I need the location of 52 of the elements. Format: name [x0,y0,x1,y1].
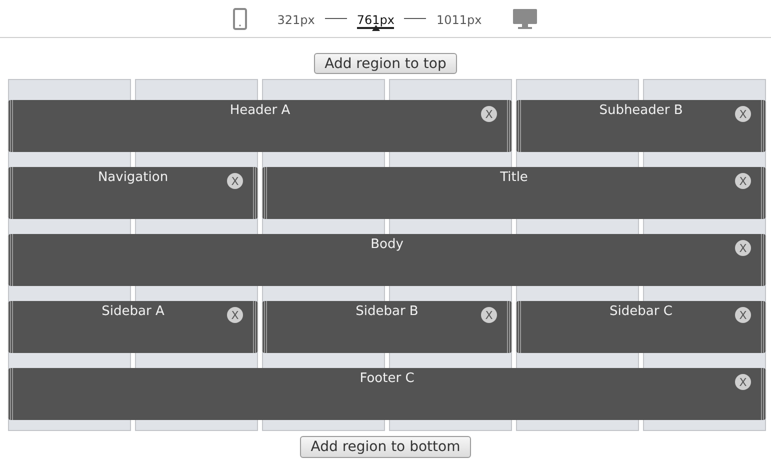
region-block[interactable]: Navigation X [8,167,258,219]
region-block[interactable]: Sidebar B X [262,301,512,353]
region-title: Subheader B [599,102,683,119]
close-button[interactable]: X [481,106,497,122]
resize-handle[interactable] [761,368,766,420]
close-button[interactable]: X [735,374,751,390]
region-block[interactable]: Sidebar A X [8,301,258,353]
resize-handle[interactable] [253,167,258,219]
resize-handle[interactable] [507,100,512,152]
region-title: Title [500,169,528,186]
region-title: Header A [230,102,290,119]
region-block[interactable]: Subheader B X [516,100,766,152]
close-button[interactable]: X [227,173,243,189]
resize-handle[interactable] [516,100,521,152]
region-title: Body [370,236,404,253]
region-title: Sidebar C [610,303,672,320]
resize-handle[interactable] [761,100,766,152]
region-block[interactable]: Header A X [8,100,512,152]
resize-handle[interactable] [761,301,766,353]
resize-handle[interactable] [516,301,521,353]
resize-handle[interactable] [8,100,13,152]
resize-handle[interactable] [8,368,13,420]
resize-handle[interactable] [262,167,267,219]
breakpoint-link[interactable]: 1011px [436,12,482,28]
phone-icon[interactable] [233,8,248,30]
selected-indicator-icon [372,24,380,30]
add-region-bottom-button[interactable]: Add region to bottom [300,436,472,458]
close-button[interactable]: X [735,307,751,323]
region-block[interactable]: Body X [8,234,766,286]
resize-handle[interactable] [8,167,13,219]
region-title: Footer C [360,370,414,387]
resize-handle[interactable] [8,234,13,286]
breakpoint-link[interactable]: 321px [277,12,315,28]
close-button[interactable]: X [481,307,497,323]
resize-handle[interactable] [507,301,512,353]
resize-handle[interactable] [761,167,766,219]
close-button[interactable]: X [735,173,751,189]
close-button[interactable]: X [735,106,751,122]
region-title: Navigation [98,169,168,186]
resize-handle[interactable] [253,301,258,353]
close-button[interactable]: X [735,240,751,256]
region-block[interactable]: Sidebar C X [516,301,766,353]
region-title: Sidebar A [102,303,164,320]
resize-handle[interactable] [262,301,267,353]
region-block[interactable]: Title X [262,167,766,219]
close-button[interactable]: X [227,307,243,323]
add-region-top-button[interactable]: Add region to top [314,53,458,74]
desktop-icon[interactable] [512,8,538,30]
region-block[interactable]: Footer C X [8,368,766,420]
resize-handle[interactable] [8,301,13,353]
resize-handle[interactable] [761,234,766,286]
region-title: Sidebar B [356,303,418,320]
